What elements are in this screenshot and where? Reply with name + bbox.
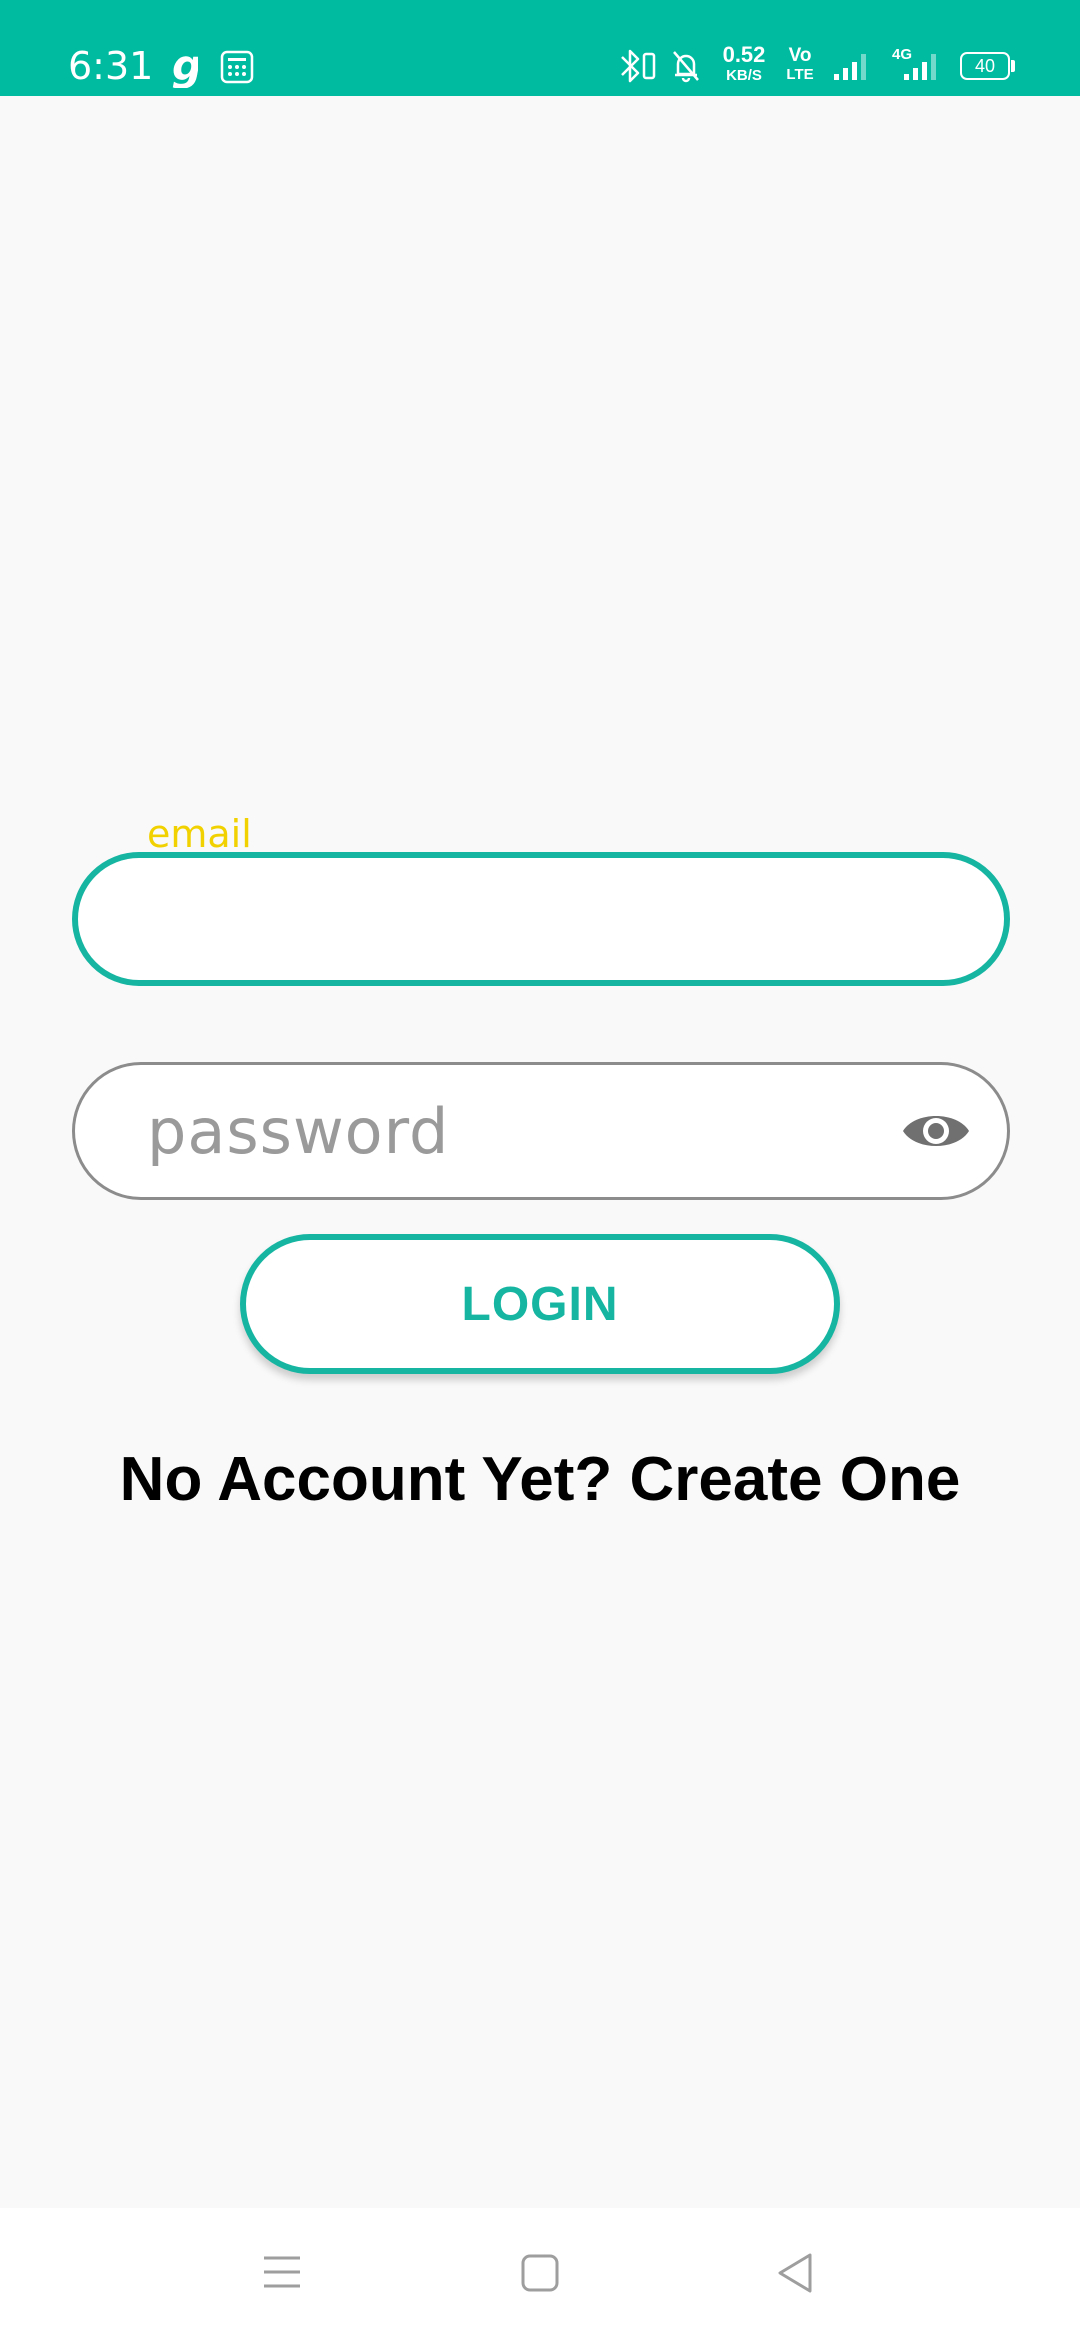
password-placeholder: password bbox=[147, 1095, 450, 1168]
notifications-off-icon bbox=[673, 51, 699, 83]
network-speed-unit: KB/S bbox=[726, 67, 762, 84]
volte-indicator: Vo LTE bbox=[780, 46, 820, 82]
email-label: email bbox=[147, 812, 252, 856]
battery-level: 40 bbox=[974, 56, 996, 76]
login-button[interactable]: LOGIN bbox=[240, 1234, 840, 1374]
calculator-icon bbox=[220, 50, 254, 84]
svg-text:g: g bbox=[172, 44, 198, 88]
navigation-bar bbox=[0, 2208, 1080, 2340]
volte-bottom: LTE bbox=[786, 66, 814, 83]
back-icon[interactable] bbox=[776, 2252, 814, 2294]
battery-icon: 40 bbox=[960, 52, 1010, 80]
menu-icon[interactable] bbox=[262, 2254, 302, 2290]
login-button-label: LOGIN bbox=[461, 1277, 619, 1331]
status-time: 6:31 bbox=[68, 44, 154, 88]
home-icon[interactable] bbox=[521, 2254, 559, 2292]
create-account-link[interactable]: No Account Yet? Create One bbox=[0, 1444, 1080, 1515]
status-bar: 6:31 g 0.52 KB/S Vo LTE 4G bbox=[0, 0, 1080, 96]
network-speed: 0.52 KB/S bbox=[716, 42, 772, 84]
bluetooth-icon bbox=[621, 49, 656, 83]
network-speed-value: 0.52 bbox=[722, 42, 766, 67]
gaana-g-icon: g bbox=[172, 44, 198, 88]
signal-icon bbox=[834, 54, 866, 80]
email-field[interactable] bbox=[72, 852, 1010, 986]
battery-tip bbox=[1011, 60, 1015, 72]
volte-top: Vo bbox=[788, 45, 812, 66]
signal-4g-icon bbox=[904, 54, 936, 80]
eye-icon[interactable] bbox=[901, 1103, 971, 1159]
password-field[interactable]: password bbox=[72, 1062, 1010, 1200]
